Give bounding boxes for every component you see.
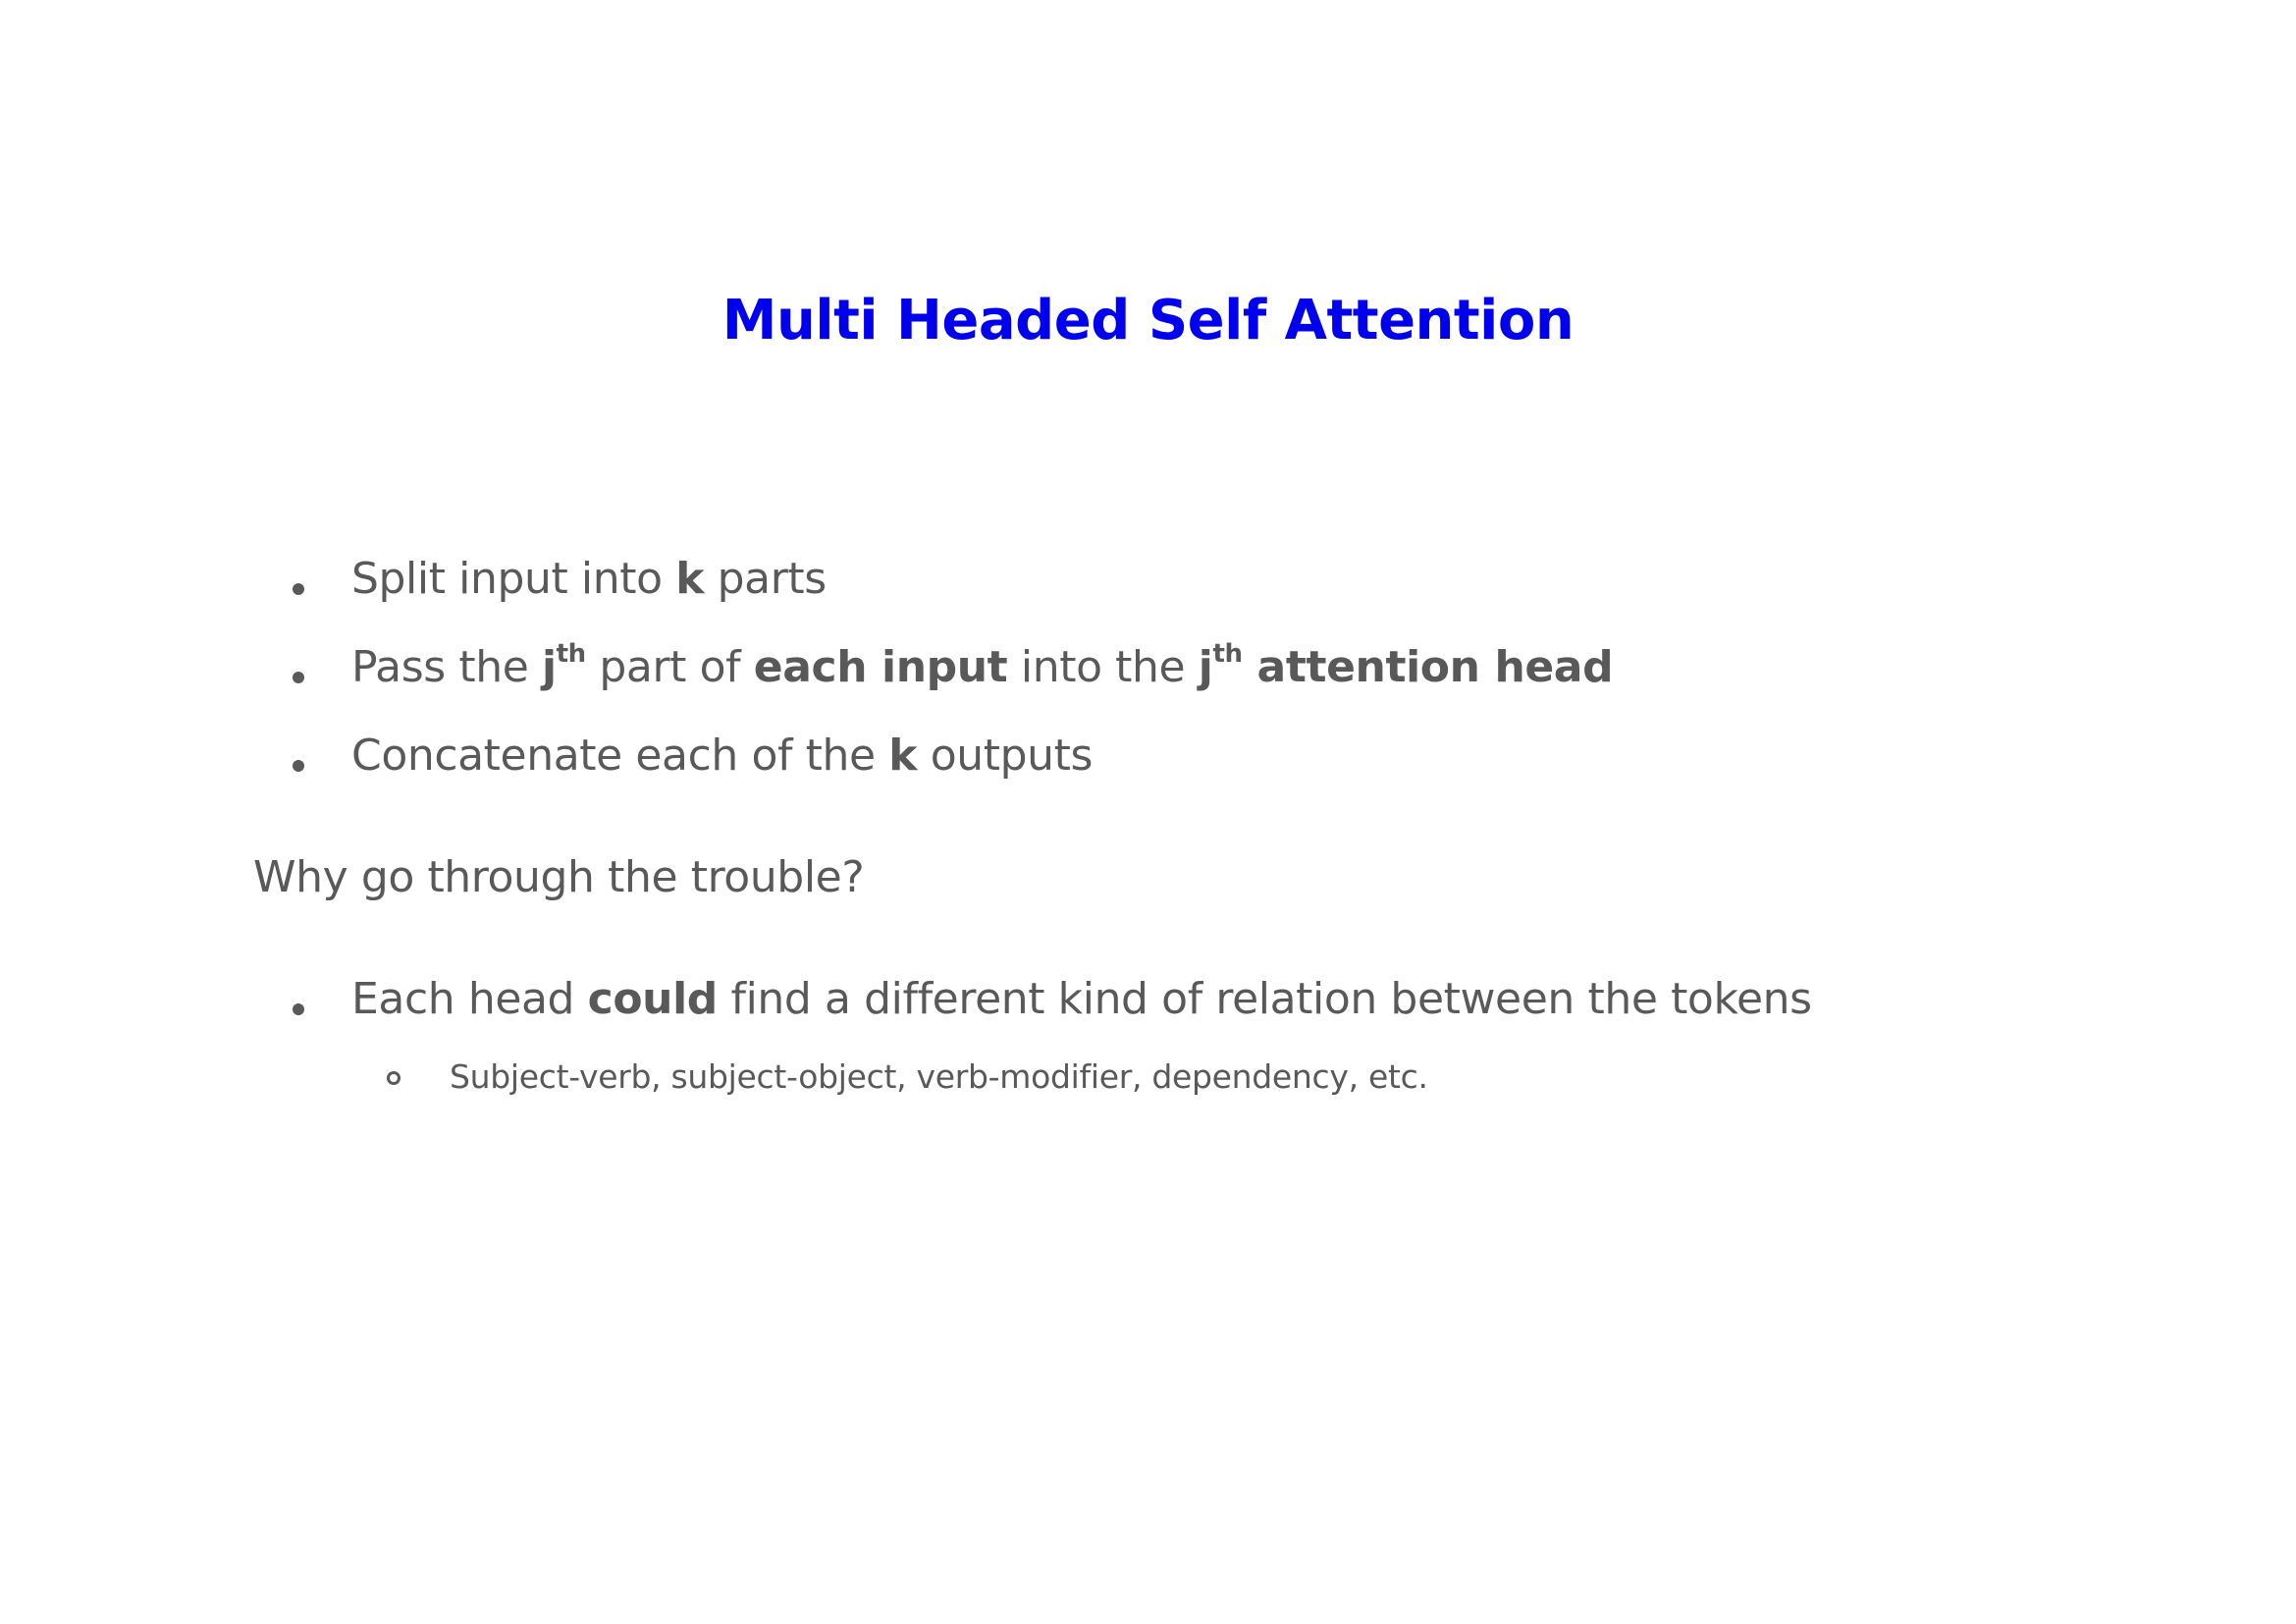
bullet-text: Concatenate each of the <box>351 731 889 781</box>
bold-term: each input <box>753 642 1008 692</box>
superscript: th <box>556 639 587 670</box>
question-text: Why go through the trouble? <box>253 852 865 902</box>
bullet-text: outputs <box>917 731 1094 781</box>
bullet-text: Pass the <box>351 642 542 692</box>
bullet-marker <box>293 760 304 772</box>
bullet-item-split: Split input into k parts <box>351 552 827 607</box>
document-page: Multi Headed Self Attention Split input … <box>0 0 2296 1624</box>
bold-term: could <box>587 974 719 1024</box>
bold-term: j <box>541 642 557 692</box>
bullet-item-concatenate: Concatenate each of the k outputs <box>351 729 1093 784</box>
bold-term: k <box>888 731 918 781</box>
bold-term: j <box>1198 642 1213 692</box>
bullet-text: parts <box>704 554 828 604</box>
bold-term: attention head <box>1242 642 1614 692</box>
bullet-text: Each head <box>351 974 588 1024</box>
sub-bullet-marker <box>387 1071 400 1085</box>
bullet-item-pass: Pass the jth part of each input into the… <box>351 639 1614 695</box>
bullet-item-reason: Each head could find a different kind of… <box>351 972 1812 1027</box>
bullet-marker <box>293 672 304 683</box>
bold-term: k <box>675 554 705 604</box>
sub-bullet-item-examples: Subject-verb, subject-object, verb-modif… <box>450 1057 1428 1096</box>
bullet-text: find a different kind of relation betwee… <box>717 974 1812 1024</box>
bullet-marker <box>293 1003 304 1015</box>
bullet-marker <box>293 583 304 595</box>
page-title: Multi Headed Self Attention <box>721 289 1575 352</box>
bullet-text: into the <box>1007 642 1199 692</box>
bullet-text: Split input into <box>351 554 676 604</box>
superscript: th <box>1212 639 1243 670</box>
bullet-text: part of <box>585 642 754 692</box>
